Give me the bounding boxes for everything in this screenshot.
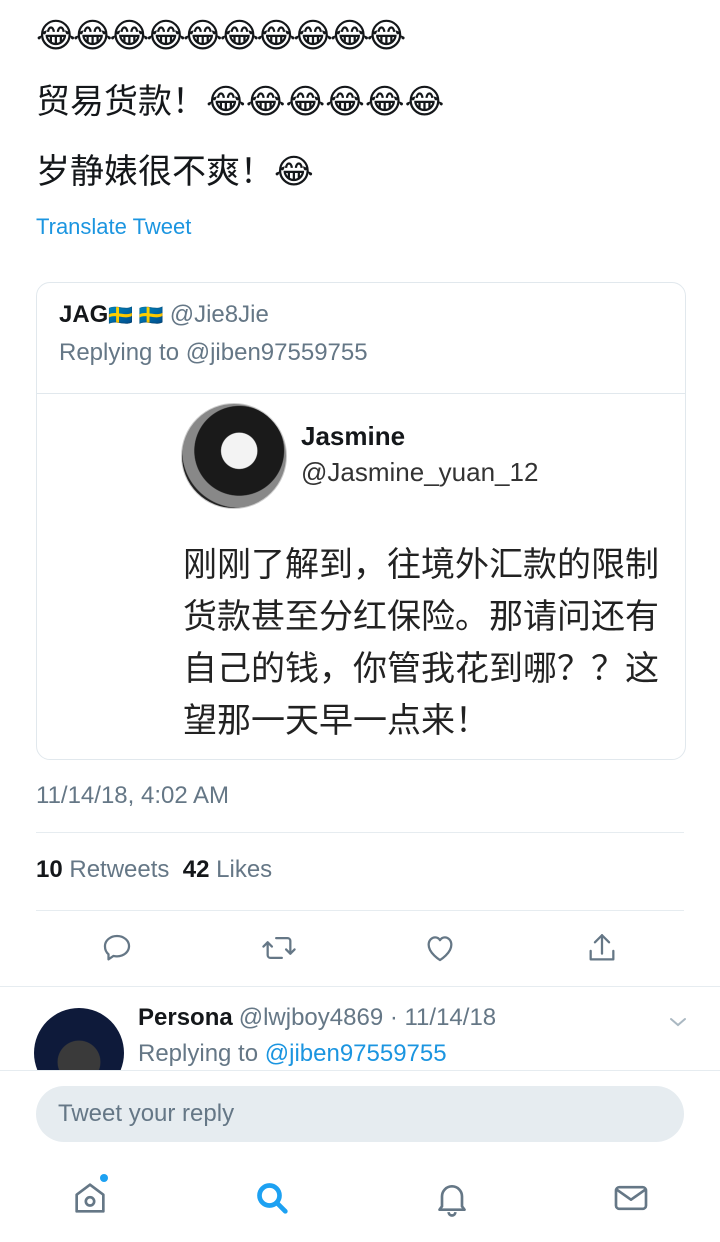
embedded-text-line: 货款甚至分红保险。那请问还有: [183, 598, 659, 636]
tab-search[interactable]: [248, 1174, 296, 1222]
search-icon: [257, 1183, 288, 1214]
jasmine-avatar: [181, 403, 287, 509]
quoted-tweet-card[interactable]: JAG🇸🇪 🇸🇪 @Jie8Jie Replying to @jiben97559…: [36, 282, 686, 760]
embedded-tweet-text: 刚刚了解到，往境外汇款的限制 货款甚至分红保险。那请问还有 自己的钱，你管我花到…: [183, 539, 685, 747]
tweet-actions: [0, 926, 720, 970]
tweet-text-line-3: 岁静婊很不爽！😂: [36, 153, 314, 191]
quoted-author-name: JAG: [59, 301, 109, 328]
reply-icon: [103, 934, 131, 961]
translate-tweet-link[interactable]: Translate Tweet: [36, 214, 191, 240]
tab-home[interactable]: [66, 1174, 114, 1222]
reply-handle-date: @lwjboy4869 · 11/14/18: [238, 1004, 497, 1031]
replying-to-handle[interactable]: @jiben97559755: [265, 1040, 447, 1067]
embedded-text-line: 自己的钱，你管我花到哪？？这: [183, 650, 659, 688]
retweets-stat[interactable]: 10 Retweets: [36, 856, 169, 883]
reply-button[interactable]: [97, 926, 137, 970]
reply-menu-button[interactable]: [666, 1012, 690, 1037]
reply-input[interactable]: [36, 1086, 684, 1142]
tweet-timestamp: 11/14/18, 4:02 AM: [36, 782, 230, 809]
divider: [0, 986, 720, 987]
likes-stat[interactable]: 42 Likes: [183, 856, 272, 883]
embedded-text-line: 望那一天早一点来！: [183, 702, 489, 740]
share-button[interactable]: [582, 926, 622, 970]
embedded-author-handle: @Jasmine_yuan_12: [301, 457, 539, 487]
home-icon: [75, 1183, 105, 1213]
retweet-icon: [262, 936, 296, 960]
reply-header: Persona @lwjboy4869 · 11/14/18: [138, 1004, 496, 1032]
retweets-count: 10: [36, 856, 63, 883]
reply-author-name[interactable]: Persona: [138, 1004, 233, 1031]
tab-notifications[interactable]: [428, 1174, 476, 1222]
bottom-tab-bar: [0, 1160, 720, 1242]
embedded-author-name: Jasmine: [301, 421, 406, 451]
reply-replying-to: Replying to @jiben97559755: [138, 1040, 447, 1068]
likes-label: Likes: [216, 856, 273, 883]
retweet-button[interactable]: [259, 926, 299, 970]
retweets-label: Retweets: [69, 856, 170, 883]
quoted-author-handle: @Jie8Jie: [169, 301, 269, 328]
chevron-down-icon: [670, 1018, 686, 1027]
notifications-icon: [438, 1185, 466, 1217]
tweet-stats: 10 Retweets 42 Likes: [36, 856, 272, 884]
tweet-text-line-1: 😂😂😂😂😂😂😂😂😂😂: [36, 17, 406, 55]
like-icon: [427, 936, 453, 962]
divider: [36, 832, 684, 833]
replying-to-prefix: Replying to: [138, 1040, 259, 1067]
share-icon: [589, 934, 615, 961]
quoted-author-flags: 🇸🇪 🇸🇪: [108, 305, 164, 327]
quoted-divider: [37, 393, 685, 394]
tweet-text-line-2: 贸易货款！😂😂😂😂😂😂: [36, 83, 445, 121]
tab-messages[interactable]: [607, 1174, 655, 1222]
quoted-tweet-header: JAG🇸🇪 🇸🇪 @Jie8Jie: [59, 301, 269, 329]
divider: [36, 910, 684, 911]
likes-count: 42: [182, 856, 210, 883]
quoted-replying-to: Replying to @jiben97559755: [59, 339, 368, 366]
new-content-dot: [100, 1174, 108, 1182]
messages-icon: [614, 1185, 648, 1211]
like-button[interactable]: [420, 926, 460, 970]
embedded-text-line: 刚刚了解到，往境外汇款的限制: [183, 546, 659, 584]
